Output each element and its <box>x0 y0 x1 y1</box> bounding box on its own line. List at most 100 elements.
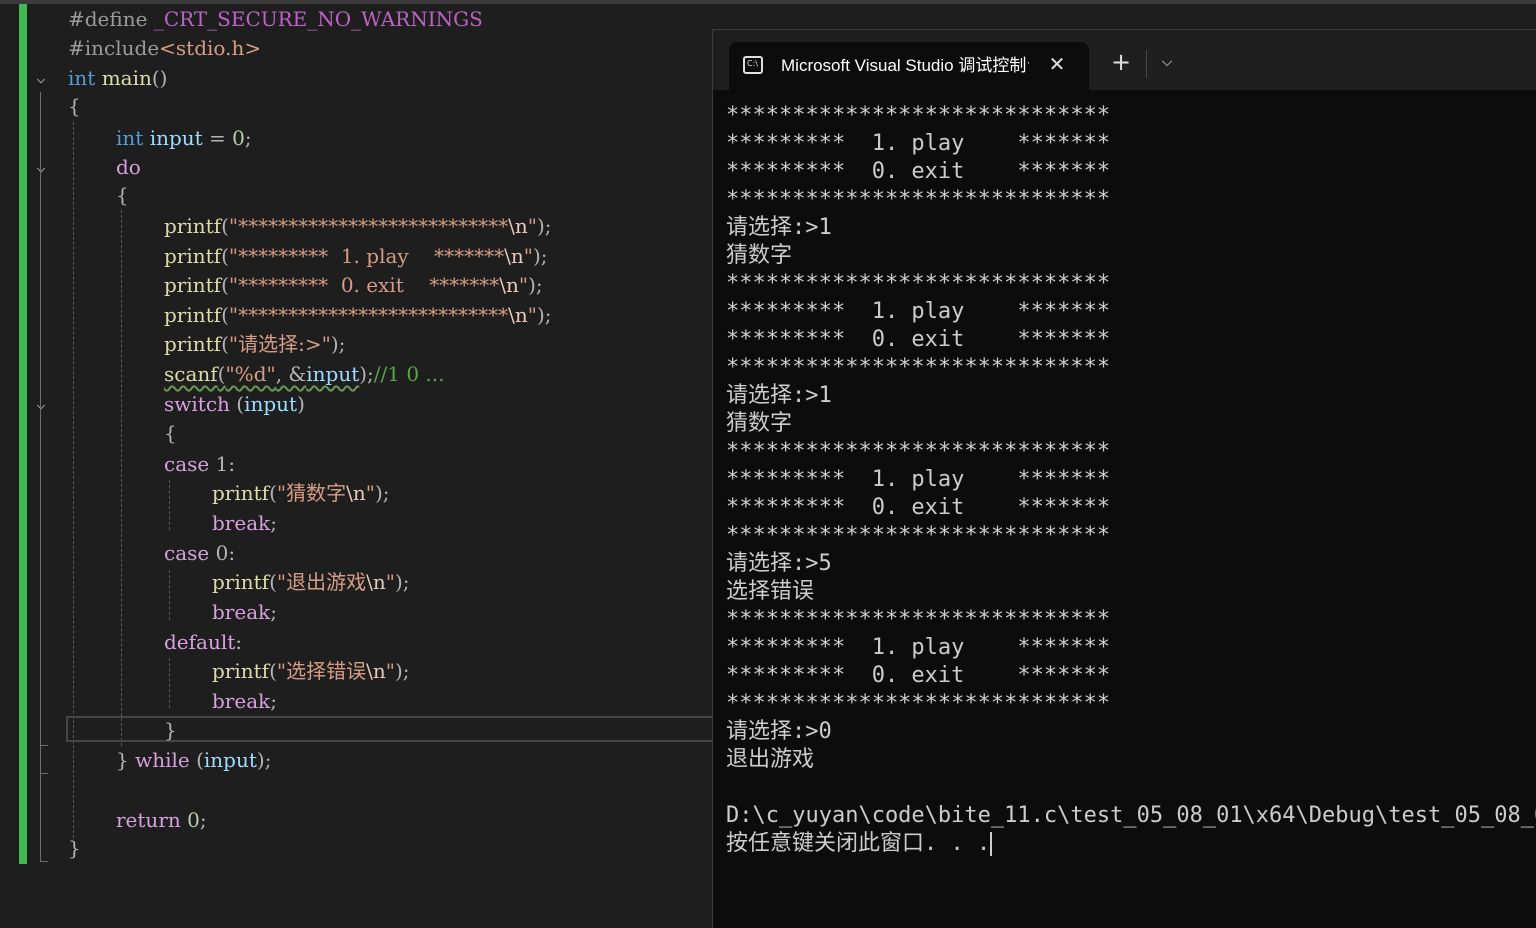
console-line: 猜数字 <box>726 411 793 436</box>
code-line-27[interactable]: return 0; <box>116 805 207 835</box>
indent-guide <box>169 658 170 708</box>
string-literal: " <box>385 659 395 683</box>
console-line: ********* 0. exit ******* <box>726 159 1111 184</box>
type-keyword: int <box>116 126 144 150</box>
code-line-8[interactable]: printf("***************************\n"); <box>164 211 551 241</box>
punctuation: ); <box>528 273 543 297</box>
string-literal: " <box>385 570 395 594</box>
chevron-down-icon[interactable]: ⌵ <box>1155 52 1179 72</box>
console-line: ********* 1. play ******* <box>726 467 1111 492</box>
preprocessor-directive: #include <box>68 36 160 60</box>
code-line-4[interactable]: { <box>68 91 81 121</box>
debug-console-window[interactable]: C:\ Microsoft Visual Studio 调试控制台 ✕ + ⌵ … <box>712 29 1536 928</box>
console-line: ***************************** <box>726 607 1111 632</box>
string-literal: "选择错误 <box>276 659 367 683</box>
string-literal: " <box>518 273 529 297</box>
code-line-18[interactable]: break; <box>212 508 277 538</box>
control-keyword: do <box>116 155 141 179</box>
code-line-17[interactable]: printf("猜数字\n"); <box>212 478 389 508</box>
function-name: printf <box>164 332 222 356</box>
console-line: 请选择:>1 <box>726 215 832 240</box>
code-line-20[interactable]: printf("退出游戏\n"); <box>212 567 409 597</box>
macro-name: _CRT_SECURE_NO_WARNINGS <box>153 7 483 31</box>
operator: = <box>202 126 233 150</box>
outline-tick <box>40 745 48 746</box>
code-line-24[interactable]: break; <box>212 686 277 716</box>
code-line-12[interactable]: printf("请选择:>"); <box>164 329 345 359</box>
indent-guide <box>121 210 122 746</box>
console-line: 请选择:>5 <box>726 551 832 576</box>
code-line-28[interactable]: } <box>68 833 81 863</box>
indent-guide <box>169 570 170 620</box>
code-line-16[interactable]: case 1: <box>164 449 235 479</box>
code-line-10[interactable]: printf("********* 0. exit *******\n"); <box>164 270 543 300</box>
escape-sequence: \n <box>346 481 366 505</box>
console-line: ********* 0. exit ******* <box>726 327 1111 352</box>
console-titlebar[interactable]: C:\ Microsoft Visual Studio 调试控制台 ✕ + ⌵ <box>713 30 1536 90</box>
escape-sequence: \n <box>366 570 386 594</box>
brace: } <box>116 748 129 772</box>
console-output[interactable]: ***************************** ********* 1… <box>726 102 1536 858</box>
punctuation: ( <box>221 273 229 297</box>
console-tab[interactable]: C:\ Microsoft Visual Studio 调试控制台 ✕ <box>729 42 1089 90</box>
code-line-22[interactable]: default: <box>164 627 242 657</box>
punctuation: () <box>151 66 168 90</box>
code-line-25[interactable]: } <box>164 715 177 745</box>
fold-main-chevron-icon[interactable]: ⌵ <box>33 70 49 86</box>
punctuation: ( <box>189 748 204 772</box>
punctuation: ); <box>359 362 374 386</box>
code-line-21[interactable]: break; <box>212 597 277 627</box>
code-line-1[interactable]: #define _CRT_SECURE_NO_WARNINGS <box>68 4 483 34</box>
punctuation: , & <box>275 362 307 386</box>
code-line-9[interactable]: printf("********* 1. play *******\n"); <box>164 241 548 271</box>
string-literal: " <box>365 481 375 505</box>
code-line-7[interactable]: { <box>116 180 129 210</box>
punctuation: ); <box>536 303 552 327</box>
code-line-3[interactable]: int main() <box>68 63 167 93</box>
punctuation: ; <box>270 511 277 535</box>
console-line: 选择错误 <box>726 579 815 604</box>
string-literal: "请选择:>" <box>228 332 331 356</box>
string-literal: "*************************** <box>228 303 509 327</box>
code-line-6[interactable]: do <box>116 152 141 182</box>
console-line: ***************************** <box>726 439 1111 464</box>
close-icon[interactable]: ✕ <box>1045 52 1069 76</box>
case-label: 1: <box>209 452 236 476</box>
code-line-11[interactable]: printf("***************************\n"); <box>164 300 551 330</box>
code-line-15[interactable]: { <box>164 418 177 448</box>
fold-do-chevron-icon[interactable]: ⌵ <box>33 159 49 175</box>
code-line-2[interactable]: #include<stdio.h> <box>68 33 261 63</box>
console-line: ***************************** <box>726 523 1111 548</box>
punctuation: ); <box>536 214 552 238</box>
new-tab-plus-icon[interactable]: + <box>1109 50 1133 74</box>
string-literal: "退出游戏 <box>276 570 367 594</box>
fold-switch-chevron-icon[interactable]: ⌵ <box>33 396 49 412</box>
code-line-14[interactable]: switch (input) <box>164 389 305 419</box>
function-name: printf <box>164 303 222 327</box>
console-line: 退出游戏 <box>726 747 815 772</box>
function-name: printf <box>164 273 222 297</box>
outline-tick <box>40 773 48 774</box>
console-line: 请选择:>1 <box>726 383 832 408</box>
number: 0 <box>180 808 200 832</box>
punctuation: ; <box>270 600 277 624</box>
string-literal: " <box>523 244 533 268</box>
brace: { <box>116 183 129 207</box>
punctuation: ; <box>199 808 207 832</box>
control-keyword: break <box>212 511 271 535</box>
outline-line-main <box>40 92 41 862</box>
code-line-13[interactable]: scanf("%d", &input);//1 0 ... <box>164 359 445 389</box>
code-line-5[interactable]: int input = 0; <box>116 123 252 153</box>
punctuation: ); <box>374 481 390 505</box>
escape-sequence: \n <box>508 214 528 238</box>
punctuation: : <box>235 630 243 654</box>
console-line: ********* 1. play ******* <box>726 635 1111 660</box>
punctuation: ( <box>229 392 245 416</box>
outline-tick <box>40 861 48 862</box>
code-line-26[interactable]: } while (input); <box>116 745 271 775</box>
code-line-23[interactable]: printf("选择错误\n"); <box>212 656 409 686</box>
control-keyword: break <box>212 689 271 713</box>
punctuation: ( <box>269 481 277 505</box>
code-line-19[interactable]: case 0: <box>164 538 235 568</box>
console-line: ********* 0. exit ******* <box>726 663 1111 688</box>
